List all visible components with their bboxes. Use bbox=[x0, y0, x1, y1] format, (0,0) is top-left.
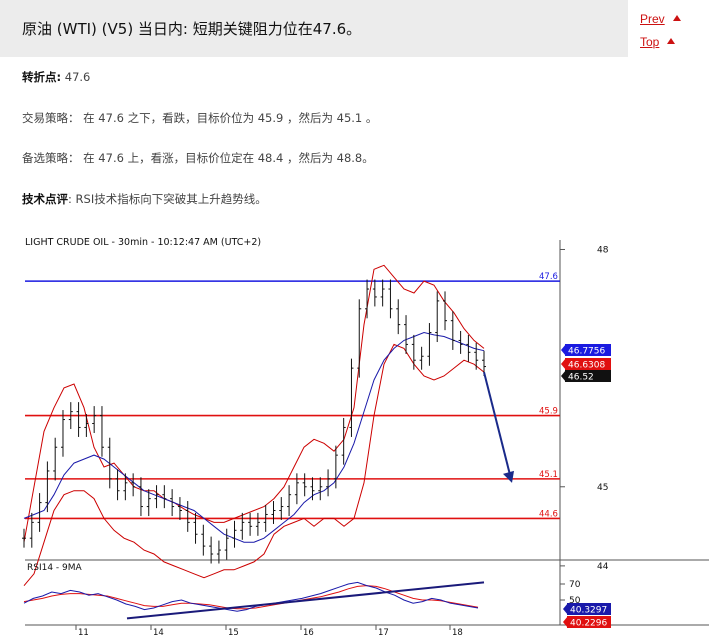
prev-label: Prev bbox=[640, 12, 665, 26]
y-tick-label: 48 bbox=[597, 245, 609, 255]
price-tag-pointer bbox=[561, 370, 566, 382]
x-tick-label: 11 bbox=[78, 628, 89, 638]
alternative-line: 备选策略： 在 47.6 上，看涨，目标价位定在 48.4 ，然后为 48.8。 bbox=[22, 150, 374, 166]
rsi-tag-label: 40.3297 bbox=[570, 606, 607, 616]
price-tag-label: 46.7756 bbox=[568, 347, 605, 357]
y-tick-label: 44 bbox=[597, 562, 609, 572]
price-tag-pointer bbox=[561, 344, 566, 356]
pivot-label: 转折点: bbox=[22, 70, 62, 84]
x-tick-label: 17 bbox=[378, 628, 389, 638]
top-label: Top bbox=[640, 35, 660, 49]
comment-text: : RSI技术指标向下突破其上升趋势线。 bbox=[68, 192, 267, 206]
pivot-value: 47.6 bbox=[64, 70, 91, 84]
bollinger-lower bbox=[23, 343, 485, 587]
strategy-label: 交易策略： bbox=[22, 111, 80, 125]
price-tag-label: 46.6308 bbox=[568, 361, 605, 371]
alternative-text: 在 47.6 上，看涨，目标价位定在 48.4 ，然后为 48.8。 bbox=[83, 151, 374, 165]
comment-label: 技术点评 bbox=[22, 192, 68, 206]
pivot-line: 转折点: 47.6 bbox=[22, 69, 90, 85]
price-tag-label: 46.52 bbox=[568, 373, 594, 383]
bollinger-upper bbox=[23, 264, 485, 543]
x-tick-label: 14 bbox=[153, 628, 164, 638]
price-chart: 48454448.848.447.645.945.144.646.775646.… bbox=[0, 230, 709, 642]
chart-canvas: 48454448.848.447.645.945.144.646.775646.… bbox=[22, 240, 709, 638]
rsi-tag-pointer bbox=[563, 616, 568, 628]
rsi-y-tick-label: 70 bbox=[569, 580, 581, 590]
top-link[interactable]: Top bbox=[640, 35, 676, 49]
prev-link[interactable]: Prev bbox=[640, 12, 681, 26]
up-arrow-icon bbox=[667, 38, 676, 44]
level-label: 45.9 bbox=[539, 407, 558, 417]
comment-line: 技术点评: RSI技术指标向下突破其上升趋势线。 bbox=[22, 191, 267, 207]
x-tick-label: 15 bbox=[228, 628, 239, 638]
y-tick-label: 45 bbox=[597, 483, 608, 493]
rsi-tag-label: 40.2296 bbox=[570, 619, 607, 629]
price-tag-pointer bbox=[561, 358, 566, 370]
level-label: 44.6 bbox=[539, 509, 558, 519]
level-label: 45.1 bbox=[539, 470, 558, 480]
forecast-arrowhead bbox=[503, 470, 514, 483]
strategy-line: 交易策略： 在 47.6 之下，看跌，目标价位为 45.9 ，然后为 45.1 … bbox=[22, 110, 377, 126]
up-arrow-icon bbox=[672, 15, 681, 21]
page-title: 原油 (WTI) (V5) 当日内: 短期关键阻力位在47.6。 bbox=[22, 20, 362, 38]
x-tick-label: 18 bbox=[452, 628, 463, 638]
strategy-text: 在 47.6 之下，看跌，目标价位为 45.9 ，然后为 45.1 。 bbox=[83, 111, 378, 125]
rsi-tag-pointer bbox=[563, 603, 568, 615]
alternative-label: 备选策略： bbox=[22, 151, 80, 165]
level-label: 47.6 bbox=[539, 272, 558, 282]
x-tick-label: 16 bbox=[303, 628, 314, 638]
rsi-title: RSI14 - 9MA bbox=[27, 563, 82, 573]
chart-title: LIGHT CRUDE OIL - 30min - 10:12:47 AM (U… bbox=[25, 237, 262, 248]
forecast-arrow bbox=[483, 371, 511, 476]
